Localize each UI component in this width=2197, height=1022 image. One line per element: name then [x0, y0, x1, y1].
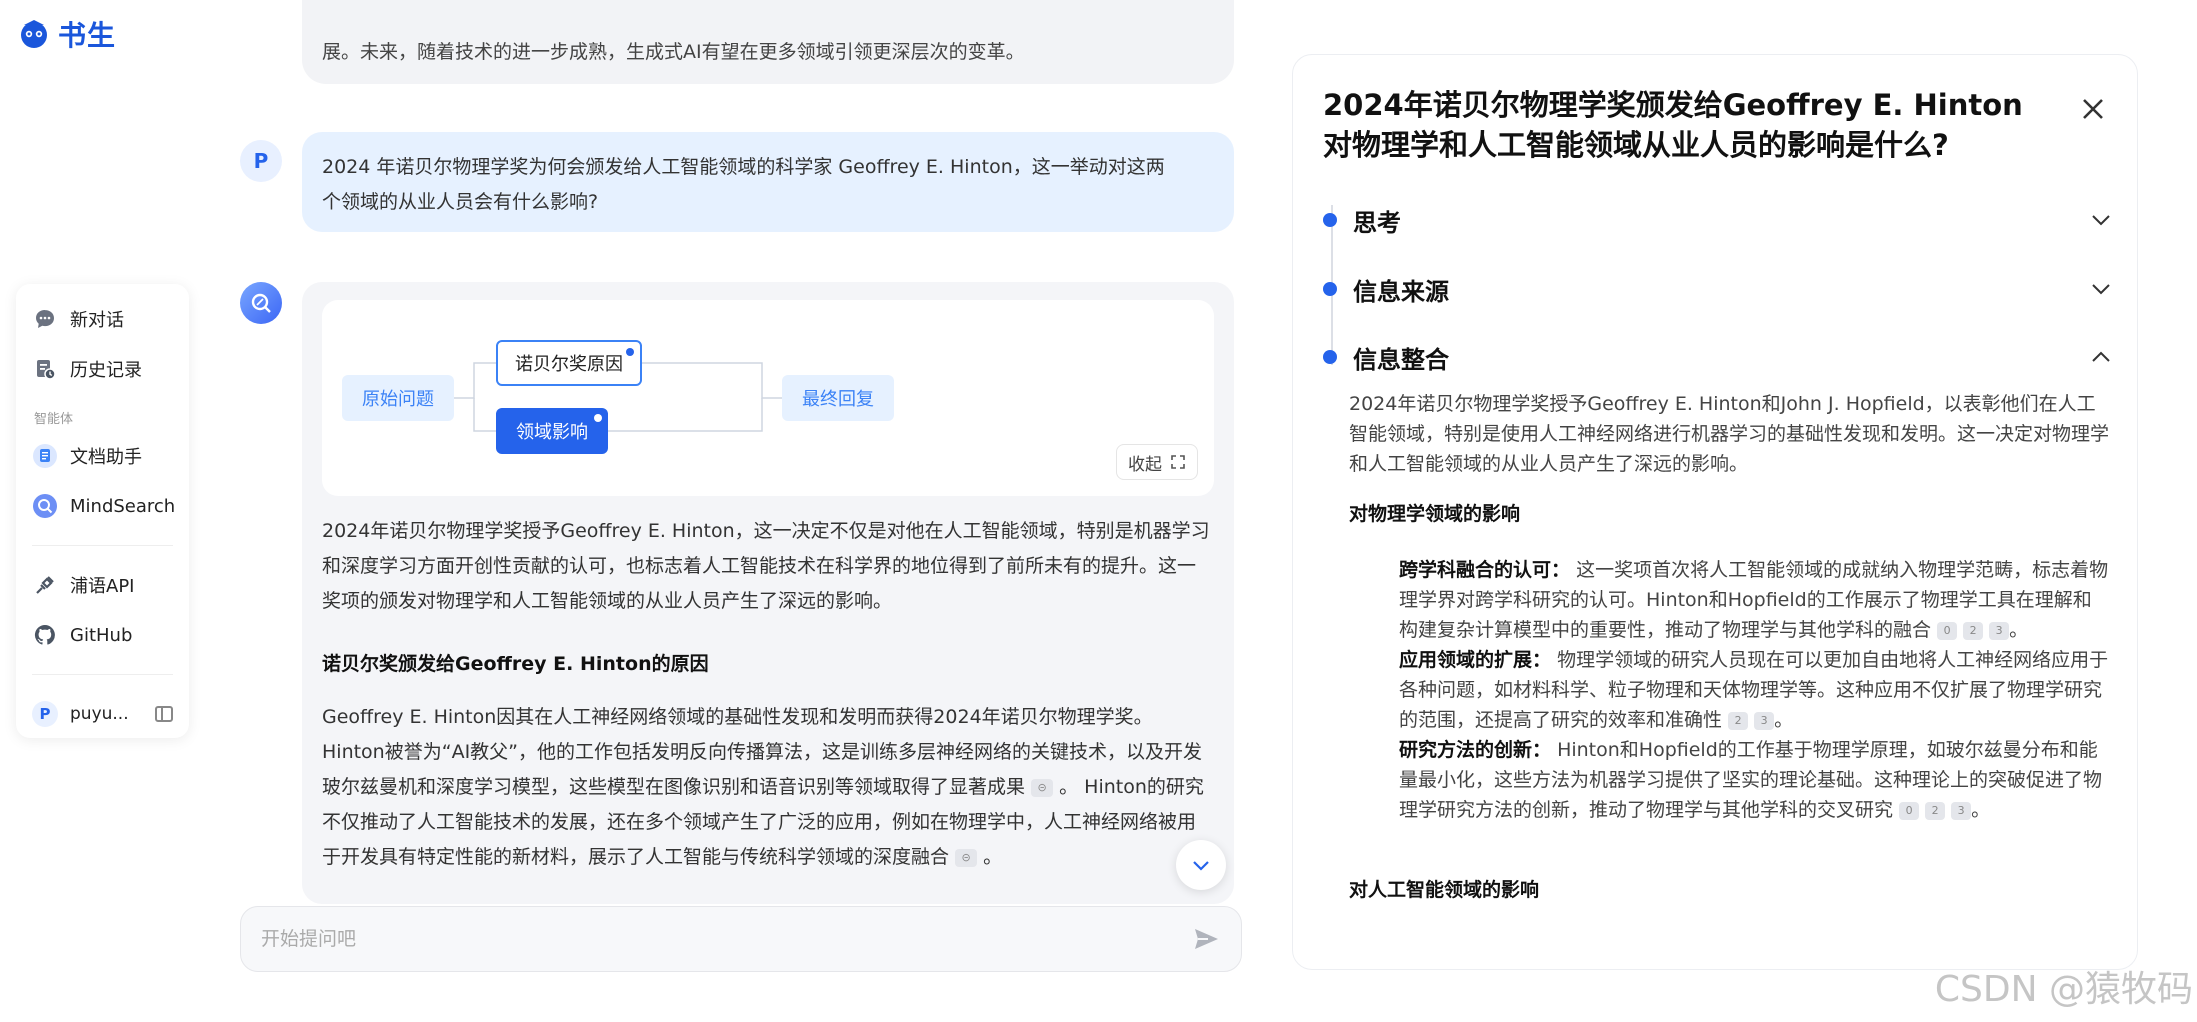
chat-bubble-icon — [32, 306, 58, 332]
user-profile[interactable]: P puyu... — [16, 689, 189, 739]
send-icon[interactable] — [1191, 924, 1221, 954]
bot-answer-bubble: 原始问题 诺贝尔奖原因 领域影响 最终回复 收起 2024年诺贝尔物理学奖授予G… — [302, 282, 1234, 904]
mindmap-node-field-impact[interactable]: 领域影响 — [496, 408, 608, 454]
user-name: puyu... — [70, 704, 129, 724]
mindmap-node-final-answer[interactable]: 最终回复 — [782, 375, 894, 421]
mindmap-connectors — [454, 362, 782, 432]
citation-badge[interactable]: 2 — [1925, 801, 1946, 820]
sidebar-divider — [32, 545, 173, 546]
api-icon — [32, 572, 58, 598]
sidebar-item-label: 文档助手 — [70, 447, 142, 468]
node-status-dot — [594, 414, 602, 422]
document-assistant-icon — [32, 443, 58, 469]
citation-badge[interactable]: 3 — [1754, 711, 1775, 730]
step-dot — [1323, 350, 1337, 364]
citation-badge[interactable]: 3 — [1951, 801, 1972, 820]
item-term: 跨学科融合的认可 — [1399, 559, 1552, 581]
citation-badge[interactable]: 0 — [1899, 801, 1920, 820]
search-mindmap: 原始问题 诺贝尔奖原因 领域影响 最终回复 收起 — [322, 300, 1214, 496]
step-dot — [1323, 213, 1337, 227]
integration-intro: 2024年诺贝尔物理学奖授予Geoffrey E. Hinton和John J.… — [1349, 393, 2110, 475]
collapse-label: 收起 — [1128, 454, 1162, 475]
github-icon — [32, 622, 58, 648]
impact-list: 跨学科融合的认可： 这一奖项首次将人工智能领域的成就纳入物理学范畴，标志着物理学… — [1349, 555, 2109, 825]
sidebar-item-new-chat[interactable]: 新对话 — [16, 294, 189, 344]
chat-input[interactable] — [261, 928, 1191, 950]
previous-answer-text: 展。未来，随着技术的进一步成熟，生成式AI有望在更多领域引领更深层次的变革。 — [322, 41, 1025, 63]
avatar: P — [240, 140, 282, 182]
sidebar-item-history[interactable]: 历史记录 — [16, 344, 189, 394]
chevron-down-icon — [1193, 861, 1209, 871]
watermark: CSDN @猿牧码 — [1934, 969, 2193, 1010]
brand-logo[interactable]: 书生 — [16, 14, 116, 54]
step-dot — [1323, 282, 1337, 296]
list-item: 研究方法的创新： Hinton和Hopfield的工作基于物理学原理，如玻尔兹曼… — [1399, 739, 2103, 821]
answer-paragraph: 2024年诺贝尔物理学奖授予Geoffrey E. Hinton，这一决定不仅是… — [322, 520, 1210, 612]
user-question-line: 个领域的从业人员会有什么影响? — [322, 191, 599, 213]
step-integration[interactable]: 信息整合 — [1323, 337, 2113, 377]
answer-punct: 。 — [1059, 776, 1079, 798]
sidebar-item-label: MindSearch — [70, 495, 176, 517]
sidebar-item-document-assistant[interactable]: 文档助手 — [16, 431, 189, 481]
mindmap-node-label: 领域影响 — [516, 422, 588, 443]
step-sources[interactable]: 信息来源 — [1323, 269, 2113, 309]
answer-paragraph: Geoffrey E. Hinton因其在人工神经网络领域的基础性发现和发明而获… — [322, 700, 1212, 875]
node-status-dot — [626, 348, 634, 356]
avatar: P — [32, 701, 58, 727]
chevron-up-icon — [2092, 351, 2110, 362]
link-citation-icon[interactable]: ⊝ — [1031, 778, 1054, 797]
citation-badge[interactable]: 2 — [1728, 711, 1749, 730]
citation-badge[interactable]: 2 — [1963, 621, 1984, 640]
sidebar-item-github[interactable]: GitHub — [16, 610, 189, 660]
sidebar-item-label: GitHub — [70, 624, 133, 646]
chat-input-box[interactable] — [240, 906, 1242, 972]
chat-area: 展。未来，随着技术的进一步成熟，生成式AI有望在更多领域引领更深层次的变革。 P… — [240, 0, 1242, 1022]
logo-mascot-icon — [21, 20, 47, 48]
item-term: 应用领域的扩展 — [1399, 649, 1533, 671]
sidebar-section-agents: 智能体 — [34, 412, 74, 427]
sidebar-toggle-icon[interactable] — [154, 706, 173, 722]
search-detail-panel: 2024年诺贝尔物理学奖颁发给Geoffrey E. Hinton对物理学和人工… — [1292, 54, 2138, 970]
integration-content: 2024年诺贝尔物理学奖授予Geoffrey E. Hinton和John J.… — [1349, 389, 2109, 931]
chevron-down-icon — [2092, 215, 2110, 226]
user-question-bubble: 2024 年诺贝尔物理学奖为何会颁发给人工智能领域的科学家 Geoffrey E… — [302, 132, 1234, 232]
section-heading: 对物理学领域的影响 — [1349, 503, 1521, 525]
step-label: 信息来源 — [1353, 277, 1449, 306]
previous-answer-bubble: 展。未来，随着技术的进一步成熟，生成式AI有望在更多领域引领更深层次的变革。 — [302, 0, 1234, 84]
link-citation-icon[interactable]: ⊝ — [955, 848, 978, 867]
sidebar-item-label: 新对话 — [70, 310, 124, 331]
sidebar-item-mindsearch[interactable]: MindSearch — [16, 481, 189, 531]
brand-name: 书生 — [58, 19, 117, 52]
sidebar-item-label: 历史记录 — [70, 360, 142, 381]
chevron-down-icon — [2092, 284, 2110, 295]
mindmap-node-label: 诺贝尔奖原因 — [515, 354, 623, 375]
list-item: 应用领域的扩展： 物理学领域的研究人员现在可以更加自由地将人工神经网络应用于各种… — [1399, 649, 2109, 731]
panel-title: 2024年诺贝尔物理学奖颁发给Geoffrey E. Hinton对物理学和人工… — [1323, 88, 2023, 162]
answer-content: 2024年诺贝尔物理学奖授予Geoffrey E. Hinton，这一决定不仅是… — [322, 514, 1212, 875]
mindmap-node-original-question[interactable]: 原始问题 — [342, 375, 454, 421]
list-item: 跨学科融合的认可： 这一奖项首次将人工智能领域的成就纳入物理学范畴，标志着物理学… — [1399, 559, 2109, 641]
close-icon[interactable] — [2079, 95, 2107, 123]
answer-punct: 。 — [983, 846, 1003, 868]
item-term: 研究方法的创新 — [1399, 739, 1533, 761]
sidebar-divider — [32, 674, 173, 675]
citation-badge[interactable]: 0 — [1937, 621, 1958, 640]
sidebar-item-label: 浦语API — [70, 576, 135, 597]
step-thinking[interactable]: 思考 — [1323, 200, 2113, 240]
scroll-to-bottom-button[interactable] — [1176, 840, 1226, 890]
answer-heading: 诺贝尔奖颁发给Geoffrey E. Hinton的原因 — [322, 653, 709, 675]
collapse-icon — [1171, 455, 1185, 469]
mindmap-node-nobel-reason[interactable]: 诺贝尔奖原因 — [496, 340, 642, 386]
history-icon — [32, 356, 58, 382]
citation-badge[interactable]: 3 — [1989, 621, 2010, 640]
sidebar-item-api[interactable]: 浦语API — [16, 560, 189, 610]
left-sidebar: 新对话 历史记录 智能体 文档助手 MindSearch 浦语API GitHu… — [16, 284, 189, 738]
collapse-button[interactable]: 收起 — [1116, 444, 1198, 480]
mindsearch-icon — [32, 493, 58, 519]
bot-avatar-icon — [240, 282, 282, 324]
section-heading: 对人工智能领域的影响 — [1349, 879, 1540, 901]
user-question-line: 2024 年诺贝尔物理学奖为何会颁发给人工智能领域的科学家 Geoffrey E… — [322, 156, 1165, 178]
step-label: 信息整合 — [1353, 345, 1449, 374]
step-label: 思考 — [1353, 208, 1401, 237]
